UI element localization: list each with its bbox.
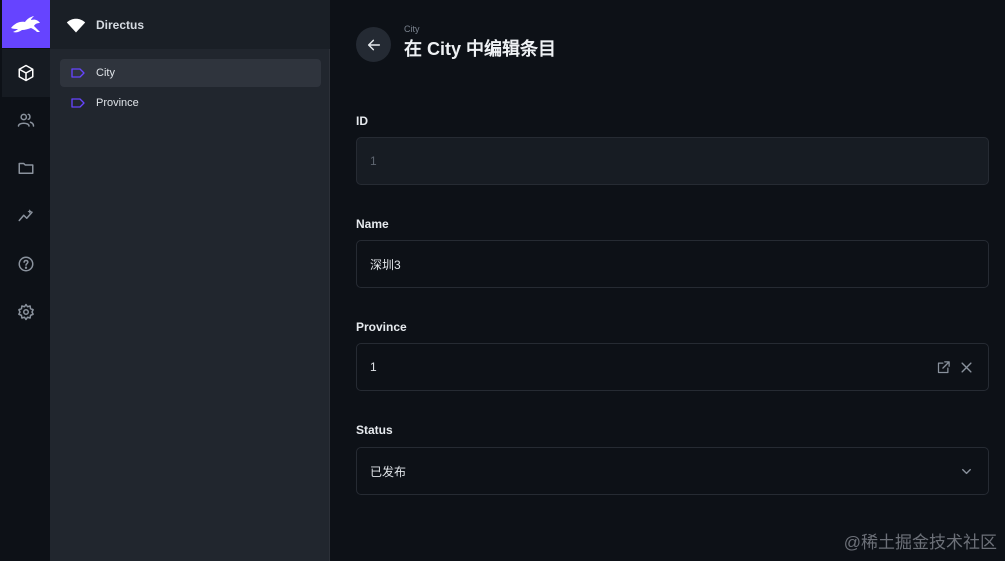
status-value: 已发布 <box>370 464 407 479</box>
main-content: City 在 City 中编辑条目 ID 1 Name 深圳3 Province… <box>330 0 1005 561</box>
module-bar <box>0 0 50 561</box>
back-button[interactable] <box>356 27 391 62</box>
watermark: @稀土掘金技术社区 <box>843 533 997 552</box>
name-input[interactable]: 深圳3 <box>356 240 989 288</box>
rabbit-logo-icon <box>11 16 40 33</box>
project-header[interactable]: Directus <box>50 0 330 49</box>
rail-item-settings[interactable] <box>2 288 50 336</box>
id-field: 1 <box>356 137 989 185</box>
province-label: Province <box>356 320 407 334</box>
province-actions <box>936 344 974 390</box>
help-icon <box>18 256 34 272</box>
province-relation-field[interactable]: 1 <box>356 343 989 391</box>
wifi-icon <box>66 18 86 32</box>
folder-icon <box>18 162 34 174</box>
page-title: 在 City 中编辑条目 <box>404 39 557 59</box>
chevron-down-icon <box>962 468 971 474</box>
province-value: 1 <box>370 360 377 374</box>
settings-icon <box>18 303 34 321</box>
rail-item-users[interactable] <box>2 96 50 144</box>
status-select[interactable]: 已发布 <box>356 447 989 495</box>
name-label: Name <box>356 217 389 231</box>
users-icon <box>17 113 35 127</box>
insights-icon <box>18 209 33 222</box>
name-value: 深圳3 <box>370 257 401 272</box>
rail-item-content[interactable] <box>2 49 50 97</box>
directus-logo[interactable] <box>2 0 50 48</box>
status-actions <box>959 448 974 494</box>
navigation-pane: Directus City Province <box>50 0 330 561</box>
nav-item-province[interactable]: Province <box>60 89 321 117</box>
nav-item-label: Province <box>96 97 139 109</box>
label-icon <box>71 98 85 108</box>
box-icon <box>18 64 34 82</box>
label-icon <box>71 68 85 78</box>
rail-item-files[interactable] <box>2 144 50 192</box>
open-in-new-icon[interactable] <box>936 360 951 375</box>
nav-item-city[interactable]: City <box>60 59 321 87</box>
close-icon[interactable] <box>959 360 974 375</box>
nav-item-label: City <box>96 67 115 79</box>
rail-item-help[interactable] <box>2 240 50 288</box>
id-label: ID <box>356 114 368 128</box>
app-root: Directus City Province City 在 City 中编辑条目… <box>0 0 1005 561</box>
arrow-left-icon <box>367 39 380 50</box>
project-name: Directus <box>96 17 145 32</box>
breadcrumb[interactable]: City <box>404 24 420 34</box>
status-label: Status <box>356 423 393 437</box>
rail-item-insights[interactable] <box>2 192 50 240</box>
id-value: 1 <box>370 154 377 168</box>
